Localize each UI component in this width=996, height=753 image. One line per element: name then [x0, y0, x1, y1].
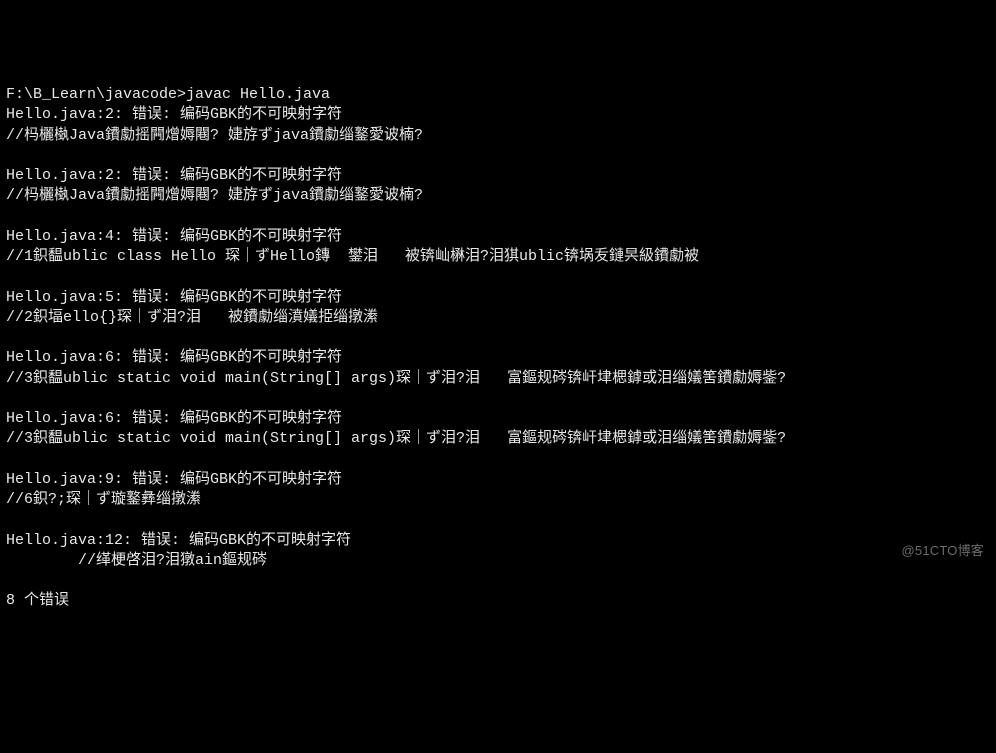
blank-line [6, 450, 990, 470]
blank-line [6, 571, 990, 591]
blank-line [6, 328, 990, 348]
source-line: //1鉙馧ublic class Hello 琛｜ずHello鏄 鐢泪 被锛屾楙… [6, 247, 990, 267]
blank-line [6, 389, 990, 409]
source-line: //3鉙馧ublic static void main(String[] arg… [6, 429, 990, 449]
source-line: //2鉙堛ello{}琛｜ず泪?泪 被鐨勮缁濆嬟挋缁撴潫 [6, 308, 990, 328]
source-line: //杩欐槸Java鐨勮摇闁熷媷闀? 婕斿ずjava鐨勮缁鐜愛诐楠? [6, 186, 990, 206]
error-line: Hello.java:2: 错误: 编码GBK的不可映射字符 [6, 166, 990, 186]
blank-line [6, 207, 990, 227]
source-line: //3鉙馧ublic static void main(String[] arg… [6, 369, 990, 389]
error-line: Hello.java:4: 错误: 编码GBK的不可映射字符 [6, 227, 990, 247]
blank-line [6, 510, 990, 530]
watermark-text: @51CTO博客 [902, 542, 984, 560]
error-line: Hello.java:6: 错误: 编码GBK的不可映射字符 [6, 348, 990, 368]
blank-line [6, 267, 990, 287]
command-line: F:\B_Learn\javacode>javac Hello.java [6, 85, 990, 105]
source-line: //6鉙?;琛｜ず璇鐜彝缁撴潫 [6, 490, 990, 510]
source-line: //缂梗啓泪?泪獤ain鏂规硶 [6, 551, 990, 571]
error-line: Hello.java:6: 错误: 编码GBK的不可映射字符 [6, 409, 990, 429]
error-line: Hello.java:12: 错误: 编码GBK的不可映射字符 [6, 531, 990, 551]
terminal-output[interactable]: F:\B_Learn\javacode>javac Hello.javaHell… [6, 85, 990, 612]
source-line: //杩欐槸Java鐨勮摇闁熷媷闀? 婕斿ずjava鐨勮缁鐜愛诐楠? [6, 126, 990, 146]
error-line: Hello.java:5: 错误: 编码GBK的不可映射字符 [6, 288, 990, 308]
error-line: Hello.java:2: 错误: 编码GBK的不可映射字符 [6, 105, 990, 125]
error-summary: 8 个错误 [6, 591, 990, 611]
blank-line [6, 146, 990, 166]
error-line: Hello.java:9: 错误: 编码GBK的不可映射字符 [6, 470, 990, 490]
